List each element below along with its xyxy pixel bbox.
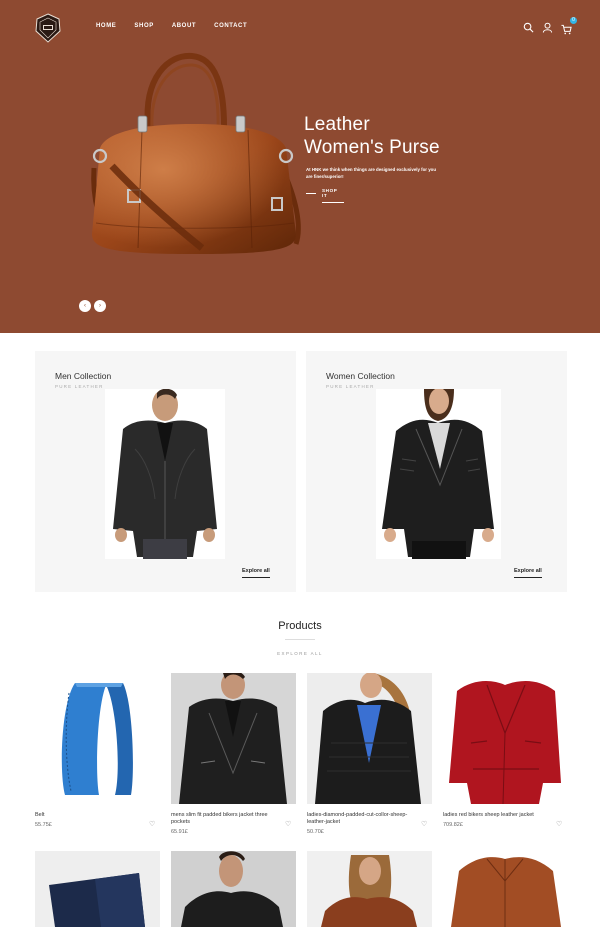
slider-prev-button[interactable]: ‹ — [79, 300, 91, 312]
men-jacket-image — [105, 389, 225, 559]
product-card-image[interactable] — [307, 851, 432, 927]
chevron-left-icon: ‹ — [84, 303, 86, 309]
mens-biker-jacket-image — [171, 673, 296, 804]
product-card-image[interactable] — [307, 673, 432, 804]
cart-count-badge: 0 — [570, 17, 577, 24]
ladies-red-biker-jacket-image — [443, 673, 568, 804]
hero-description: At HNK we think when things are designed… — [306, 167, 437, 179]
men-collection-card[interactable]: Men Collection PURE LEATHER Explore all — [35, 351, 296, 592]
belt-image — [61, 683, 133, 795]
slider-next-button[interactable]: › — [94, 300, 106, 312]
cta-decoration-line — [306, 193, 316, 194]
nav-home[interactable]: HOME — [96, 23, 116, 29]
hero-product-image — [91, 52, 301, 254]
cart-icon — [561, 24, 572, 35]
wishlist-heart-icon[interactable]: ♡ — [149, 820, 155, 828]
hero-banner: HOME SHOP ABOUT CONTACT 0 Leather Women'… — [0, 0, 600, 333]
nav-about[interactable]: ABOUT — [172, 23, 196, 29]
products-divider — [285, 639, 315, 640]
brand-logo[interactable] — [34, 13, 62, 43]
collection-title: Men Collection — [55, 371, 112, 381]
products-heading: Products — [278, 620, 322, 632]
chevron-right-icon: › — [99, 303, 101, 309]
product-card-image[interactable] — [171, 851, 296, 927]
women-collection-card[interactable]: Women Collection PURE LEATHER Explore al… — [306, 351, 567, 592]
wallet-image — [35, 851, 160, 927]
nav-contact[interactable]: CONTACT — [214, 23, 247, 29]
header-actions: 0 — [523, 17, 577, 35]
ladies-diamond-jacket-image — [307, 673, 432, 804]
product-price: 50.70£ — [307, 829, 324, 835]
search-icon[interactable] — [523, 22, 534, 33]
product-name[interactable]: mens slim fit padded bikers jacket three… — [171, 812, 281, 826]
hero-title-line1: Leather — [304, 114, 370, 135]
shop-it-button[interactable]: SHOP IT — [322, 188, 344, 203]
cart-button[interactable]: 0 — [561, 17, 577, 35]
wishlist-heart-icon[interactable]: ♡ — [556, 820, 562, 828]
brown-womens-jacket-image — [307, 851, 432, 927]
product-name[interactable]: ladies red bikers sheep leather jacket — [443, 812, 553, 819]
hero-title-line2: Women's Purse — [304, 137, 440, 158]
explore-women-link[interactable]: Explore all — [514, 568, 542, 578]
wishlist-heart-icon[interactable]: ♡ — [421, 820, 427, 828]
product-card-image[interactable] — [443, 851, 568, 927]
wishlist-heart-icon[interactable]: ♡ — [285, 820, 291, 828]
nav-shop[interactable]: SHOP — [134, 23, 153, 29]
product-card-image[interactable] — [35, 673, 160, 804]
product-card-image[interactable] — [171, 673, 296, 804]
main-nav: HOME SHOP ABOUT CONTACT — [96, 23, 265, 29]
collection-subtitle: PURE LEATHER — [55, 384, 104, 389]
product-price: 55.75£ — [35, 822, 52, 828]
hero-title: Leather Women's Purse — [304, 113, 440, 159]
product-card-image[interactable] — [443, 673, 568, 804]
product-price: 65.91£ — [171, 829, 188, 835]
product-card-image[interactable] — [35, 851, 160, 927]
product-name[interactable]: Belt — [35, 812, 145, 819]
collection-title: Women Collection — [326, 371, 395, 381]
mens-jacket-image — [171, 851, 296, 927]
women-jacket-image — [376, 389, 501, 559]
collection-subtitle: PURE LEATHER — [326, 384, 375, 389]
products-explore-all-link[interactable]: EXPLORE ALL — [0, 651, 600, 656]
product-name[interactable]: ladies-diamond-padded-cut-collor-sheep-l… — [307, 812, 417, 826]
product-price: 709.82£ — [443, 822, 463, 828]
explore-men-link[interactable]: Explore all — [242, 568, 270, 578]
tan-leather-jacket-image — [443, 851, 568, 927]
user-icon[interactable] — [542, 22, 553, 33]
